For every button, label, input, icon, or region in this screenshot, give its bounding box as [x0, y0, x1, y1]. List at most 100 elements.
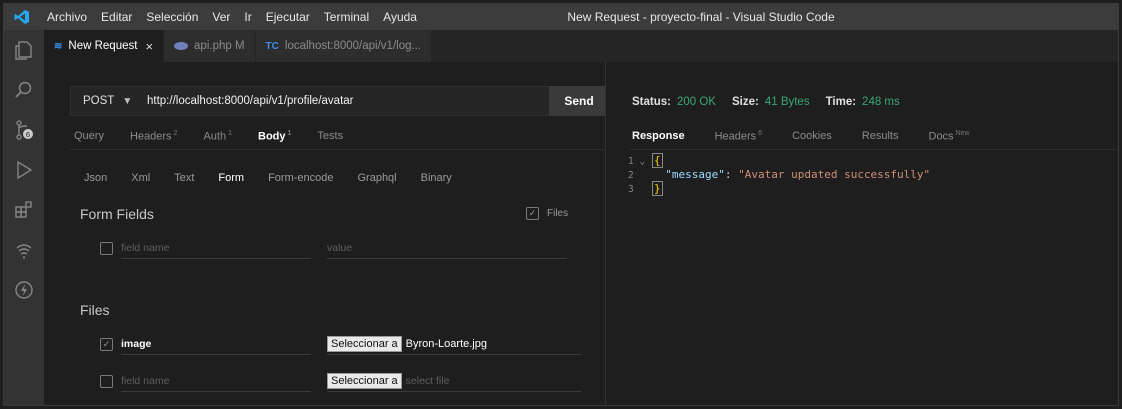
chevron-down-icon: ▼ [122, 95, 133, 107]
file-picker[interactable]: Seleccionar a Byron-Loarte.jpg [327, 333, 581, 355]
menu-ir[interactable]: Ir [237, 4, 258, 30]
vscode-window: Archivo Editar Selección Ver Ir Ejecutar… [3, 3, 1119, 406]
tab-response[interactable]: Response [632, 130, 685, 143]
file-field-name-input[interactable]: field name [121, 370, 311, 392]
json-colon: : [724, 168, 739, 181]
menu-editar[interactable]: Editar [94, 4, 139, 30]
code-line: 2 "message": "Avatar updated successfull… [628, 168, 930, 182]
status-value: 200 OK [676, 96, 716, 108]
tab-localhost-login[interactable]: TC localhost:8000/api/v1/log... [255, 30, 433, 62]
field-checkbox[interactable] [100, 241, 113, 255]
method-select[interactable]: POST ▼ [71, 95, 147, 107]
method-label: POST [83, 95, 115, 107]
file-field-name-input[interactable]: image [121, 333, 311, 355]
tab-body[interactable]: Body 1 [258, 130, 291, 143]
request-tabs: Query Headers 2 Auth 1 Body 1 Tests [74, 130, 369, 143]
response-pane: Status: 200 OK Size: 41 Bytes Time: 248 … [606, 62, 1118, 405]
tab-auth[interactable]: Auth 1 [203, 130, 232, 143]
menu-ver[interactable]: Ver [205, 4, 237, 30]
status-line: Status: 200 OK Size: 41 Bytes Time: 248 … [632, 96, 916, 108]
tab-response-headers[interactable]: Headers 6 [715, 130, 762, 143]
title-bar: Archivo Editar Selección Ver Ir Ejecutar… [4, 4, 1118, 30]
menu-bar: Archivo Editar Selección Ver Ir Ejecutar… [40, 4, 424, 30]
search-icon[interactable] [4, 70, 44, 110]
status-label: Status: [632, 96, 671, 108]
menu-ayuda[interactable]: Ayuda [376, 4, 424, 30]
close-icon[interactable]: × [145, 39, 153, 54]
tab-docs[interactable]: Docs New [929, 130, 970, 143]
tab-query[interactable]: Query [74, 130, 104, 143]
body-type-tabs: Json Xml Text Form Form-encode Graphql B… [84, 172, 476, 184]
response-headers-count: 6 [758, 130, 763, 137]
menu-ejecutar[interactable]: Ejecutar [259, 4, 317, 30]
docs-new-badge: New [955, 130, 970, 137]
files-checkbox[interactable]: ✓ Files [526, 207, 568, 220]
url-input[interactable]: http://localhost:8000/api/v1/profile/ava… [147, 95, 549, 107]
time-value: 248 ms [862, 96, 900, 108]
tab-results[interactable]: Results [862, 130, 899, 143]
tc-badge: TC [265, 40, 279, 52]
json-value: "Avatar updated successfully" [738, 168, 931, 181]
line-number: 1 ⌄ [628, 156, 646, 167]
form-fields-title: Form Fields [80, 206, 154, 222]
send-button[interactable]: Send [549, 86, 609, 116]
body-tab-binary[interactable]: Binary [421, 172, 452, 184]
json-key: "message" [665, 168, 725, 181]
body-tab-form[interactable]: Form [218, 172, 244, 184]
menu-terminal[interactable]: Terminal [317, 4, 376, 30]
headers-count: 2 [173, 130, 178, 137]
thunder-client-icon[interactable] [4, 270, 44, 310]
body-tab-form-encode[interactable]: Form-encode [268, 172, 333, 184]
file-row: field name Seleccionar a select file [100, 370, 581, 392]
tab-label: New Request [68, 40, 138, 52]
divider [70, 149, 610, 150]
response-tabs: Response Headers 6 Cookies Results Docs Ne… [632, 130, 1000, 143]
url-bar: POST ▼ http://localhost:8000/api/v1/prof… [70, 86, 610, 116]
tab-new-request[interactable]: ≋ New Request × [44, 30, 165, 62]
tab-bar-empty [432, 30, 1118, 62]
editor-tabs: ≋ New Request × api.php M TC localhost:8… [44, 30, 1118, 62]
tab-api-php[interactable]: api.php M [164, 30, 256, 62]
source-control-icon[interactable]: 6 [4, 110, 44, 150]
field-value-input[interactable]: value [327, 237, 567, 259]
tab-cookies[interactable]: Cookies [792, 130, 832, 143]
tab-auth-label: Auth [203, 130, 227, 143]
tab-headers[interactable]: Headers 2 [130, 130, 177, 143]
menu-seleccion[interactable]: Selección [139, 4, 205, 30]
body-tab-json[interactable]: Json [84, 172, 107, 184]
run-debug-icon[interactable] [4, 150, 44, 190]
tab-docs-label: Docs [928, 130, 954, 143]
tab-label: localhost:8000/api/v1/log... [284, 40, 422, 52]
checkbox-icon: ✓ [526, 207, 539, 220]
file-picker[interactable]: Seleccionar a select file [327, 370, 581, 392]
body-tab-xml[interactable]: Xml [131, 172, 150, 184]
menu-archivo[interactable]: Archivo [40, 4, 94, 30]
remote-explorer-icon[interactable] [4, 230, 44, 270]
body-count: 1 [287, 130, 292, 137]
choose-file-button[interactable]: Seleccionar a [327, 335, 402, 352]
body-tab-graphql[interactable]: Graphql [357, 172, 396, 184]
file-row: ✓ image Seleccionar a Byron-Loarte.jpg [100, 333, 581, 355]
field-name-input[interactable]: field name [121, 237, 311, 259]
thunder-client-tab-icon: ≋ [54, 40, 63, 52]
size-label: Size: [731, 96, 759, 108]
line-number: 2 [628, 170, 634, 181]
extensions-icon[interactable] [4, 190, 44, 230]
choose-file-button[interactable]: Seleccionar a [327, 372, 402, 389]
tab-label: api.php M [194, 40, 245, 52]
file-row-checkbox[interactable] [100, 374, 113, 388]
response-body[interactable]: 1 ⌄ { 2 "message": "Avatar updated succes… [628, 153, 930, 196]
request-pane: POST ▼ http://localhost:8000/api/v1/prof… [44, 62, 610, 405]
form-field-row: field name value [100, 237, 567, 259]
tab-headers-label: Headers [129, 130, 172, 143]
tab-body-label: Body [258, 130, 286, 143]
tab-tests[interactable]: Tests [317, 130, 343, 143]
line-number-value: 1 [628, 156, 634, 167]
auth-count: 1 [228, 130, 232, 137]
files-checkbox-label: Files [547, 208, 569, 219]
code-line: 1 ⌄ { [628, 153, 930, 168]
explorer-icon[interactable] [4, 30, 44, 70]
open-brace: { [652, 153, 663, 168]
body-tab-text[interactable]: Text [174, 172, 194, 184]
file-row-checkbox[interactable]: ✓ [100, 337, 113, 351]
